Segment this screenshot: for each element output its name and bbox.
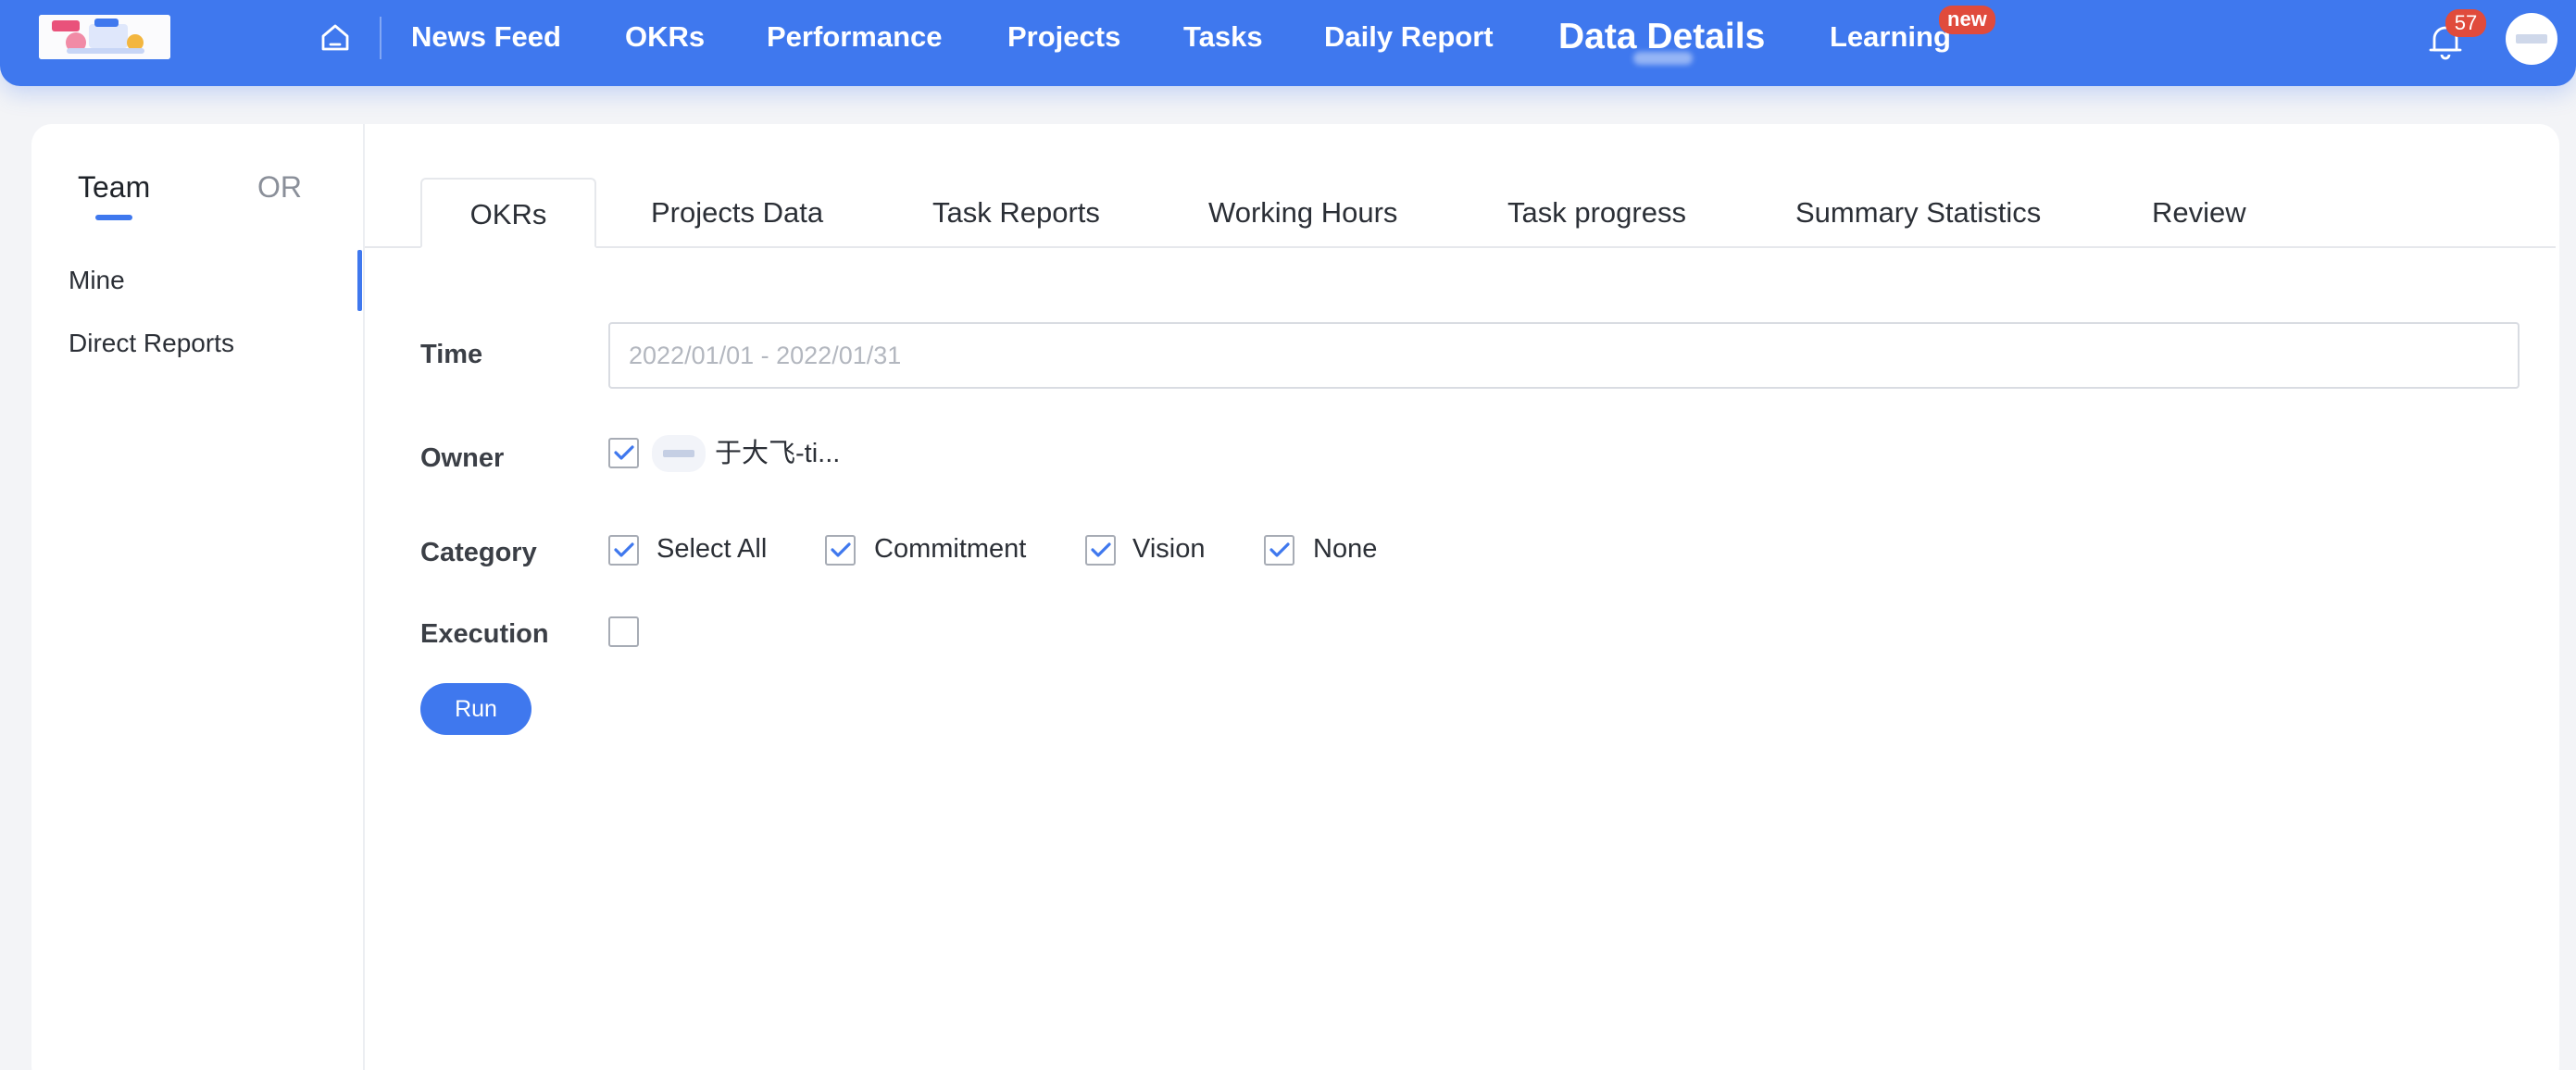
nav-divider	[380, 17, 381, 59]
user-avatar[interactable]	[2506, 13, 2557, 65]
tab-okrs[interactable]: OKRs	[420, 178, 596, 248]
sidebar-tab-underline	[95, 215, 132, 220]
checkmark-icon	[1269, 542, 1290, 557]
app-logo[interactable]	[39, 15, 170, 59]
owner-label: Owner	[420, 443, 505, 473]
category-vision-checkbox[interactable]	[1085, 535, 1116, 566]
home-icon[interactable]	[319, 20, 352, 54]
tab-task-reports[interactable]: Task Reports	[932, 178, 1100, 248]
content-card	[31, 124, 2559, 1070]
category-none-checkbox[interactable]	[1264, 535, 1294, 566]
tab-summary-statistics[interactable]: Summary Statistics	[1795, 178, 2041, 248]
sidebar-tab-or[interactable]: OR	[257, 168, 302, 205]
tab-projects-data[interactable]: Projects Data	[651, 178, 823, 248]
execution-label: Execution	[420, 619, 549, 649]
time-label: Time	[420, 340, 483, 369]
tab-task-progress[interactable]: Task progress	[1507, 178, 1686, 248]
top-navigation-bar: News Feed OKRs Performance Projects Task…	[0, 0, 2576, 86]
new-badge: new	[1939, 6, 1995, 34]
sidebar-divider	[363, 124, 365, 1070]
checkmark-icon	[1091, 542, 1111, 557]
owner-avatar	[652, 435, 706, 472]
execution-checkbox[interactable]	[608, 616, 639, 647]
sidebar-item-mine[interactable]: Mine	[69, 265, 125, 296]
tab-review[interactable]: Review	[2152, 178, 2246, 248]
category-commitment-checkbox[interactable]	[825, 535, 856, 566]
nav-learning[interactable]: Learning	[1830, 20, 1951, 54]
nav-projects[interactable]: Projects	[1007, 20, 1120, 54]
checkmark-icon	[614, 445, 634, 460]
category-commitment-label[interactable]: Commitment	[874, 533, 1026, 565]
owner-checkbox[interactable]	[608, 438, 639, 468]
category-none-label[interactable]: None	[1313, 533, 1377, 565]
tab-working-hours[interactable]: Working Hours	[1208, 178, 1397, 248]
category-label: Category	[420, 538, 537, 567]
owner-name: 于大飞-ti...	[715, 439, 841, 468]
sidebar-item-direct-reports[interactable]: Direct Reports	[69, 328, 234, 359]
checkmark-icon	[831, 542, 851, 557]
nav-tasks[interactable]: Tasks	[1183, 20, 1263, 54]
run-button[interactable]: Run	[420, 683, 531, 735]
notification-count-badge: 57	[2445, 9, 2486, 37]
nav-performance[interactable]: Performance	[767, 20, 943, 54]
category-vision-label[interactable]: Vision	[1132, 533, 1205, 565]
nav-news-feed[interactable]: News Feed	[411, 20, 561, 54]
category-select-all-checkbox[interactable]	[608, 535, 639, 566]
sidebar-tab-team[interactable]: Team	[78, 168, 150, 205]
active-nav-indicator	[1633, 52, 1693, 65]
category-select-all-label[interactable]: Select All	[657, 533, 767, 565]
sidebar-active-indicator	[357, 250, 362, 311]
checkmark-icon	[614, 542, 634, 557]
nav-daily-report[interactable]: Daily Report	[1324, 20, 1494, 54]
time-range-input[interactable]	[608, 322, 2520, 389]
nav-okrs[interactable]: OKRs	[625, 20, 705, 54]
